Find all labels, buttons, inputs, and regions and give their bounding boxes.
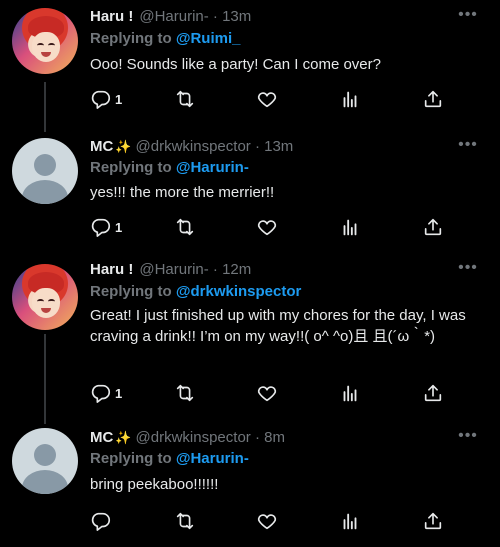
replying-label: Replying to [90,30,172,47]
replying-to: Replying to @Harurin- [90,450,249,467]
timestamp[interactable]: 12m [222,261,251,278]
retweet-button[interactable] [173,216,197,238]
tweet-header: Haru ! @Harurin- · 12m [90,261,251,283]
analytics-icon [343,219,357,236]
share-icon [424,90,442,108]
tweet-header: Haru ! @Harurin- · 13m [90,8,251,30]
tweet-text: Great! I just finished up with my chores… [90,307,466,345]
reply-icon [91,512,111,531]
mention-link[interactable]: @Harurin- [176,450,249,467]
heart-icon [257,220,277,236]
tweet[interactable]: MC ✨ @drkwkinspector · 8m ••• Replying to … [0,424,500,547]
sparkles-icon: ✨ [115,139,132,154]
reply-count: 1 [115,219,123,235]
action-bar: 1 [90,216,450,240]
replying-to: Replying to @drkwkinspector [90,283,301,300]
tweet-text: bring peekaboo!!!!!! [90,476,219,493]
more-options-icon[interactable]: ••• [458,260,478,281]
username[interactable]: @drkwkinspector [136,138,251,155]
analytics-button[interactable] [339,88,361,110]
more-options-icon[interactable]: ••• [458,137,478,158]
retweet-button[interactable] [173,510,197,532]
action-bar [90,510,450,534]
share-button[interactable] [422,216,444,238]
username[interactable]: @drkwkinspector [136,429,251,446]
sparkles-icon: ✨ [115,430,132,445]
display-name[interactable]: Haru ! [90,261,133,278]
action-bar: 1 [90,88,450,112]
mention-link[interactable]: @Ruimi_ [176,30,241,47]
share-icon [424,384,442,402]
tweet[interactable]: MC ✨ @drkwkinspector · 13m ••• Replying to… [0,132,500,254]
analytics-button[interactable] [339,216,361,238]
tweet[interactable]: Haru ! @Harurin- · 13m ••• Replying to @R… [0,0,500,132]
tweet-header: MC ✨ @drkwkinspector · 13m [90,138,293,160]
action-bar: 1 [90,382,450,406]
avatar[interactable] [12,138,78,204]
replying-label: Replying to [90,450,172,467]
reply-icon [91,384,111,403]
more-options-icon[interactable]: ••• [458,428,478,449]
mention-link[interactable]: @drkwkinspector [176,283,302,300]
avatar[interactable] [12,8,78,74]
heart-icon [257,514,277,530]
share-icon [424,512,442,530]
share-button[interactable] [422,382,444,404]
replying-to: Replying to @Ruimi_ [90,30,240,47]
heart-icon [257,92,277,108]
timestamp[interactable]: 13m [222,8,251,25]
more-options-icon[interactable]: ••• [458,7,478,28]
tweet-text: Ooo! Sounds like a party! Can I come ove… [90,56,381,73]
like-button[interactable] [256,216,278,238]
retweet-icon [176,218,194,236]
retweet-icon [176,90,194,108]
analytics-button[interactable] [339,382,361,404]
reply-icon [91,90,111,109]
replying-label: Replying to [90,159,172,176]
separator-dot: · [212,261,218,278]
tweet[interactable]: Haru ! @Harurin- · 12m ••• Replying to @d… [0,254,500,424]
share-button[interactable] [422,88,444,110]
analytics-icon [343,91,357,108]
timestamp[interactable]: 8m [264,429,285,446]
username[interactable]: @Harurin- [139,261,208,278]
analytics-button[interactable] [339,510,361,532]
replying-to: Replying to @Harurin- [90,159,249,176]
tweet-header: MC ✨ @drkwkinspector · 8m [90,429,285,451]
reply-count: 1 [115,91,123,107]
analytics-icon [343,385,357,402]
reply-icon [91,218,111,237]
replying-label: Replying to [90,283,172,300]
like-button[interactable] [256,510,278,532]
display-name[interactable]: MC [90,429,113,446]
mention-link[interactable]: @Harurin- [176,159,249,176]
reply-button[interactable] [90,510,115,532]
username[interactable]: @Harurin- [139,8,208,25]
separator-dot: · [254,429,260,446]
timestamp[interactable]: 13m [264,138,293,155]
display-name[interactable]: Haru ! [90,8,133,25]
share-button[interactable] [422,510,444,532]
like-button[interactable] [256,88,278,110]
display-name[interactable]: MC [90,138,113,155]
analytics-icon [343,513,357,530]
share-icon [424,218,442,236]
avatar[interactable] [12,428,78,494]
reply-button[interactable]: 1 [90,216,122,238]
retweet-icon [176,384,194,402]
separator-dot: · [212,8,218,25]
separator-dot: · [254,138,260,155]
tweet-text: yes!!! the more the merrier!! [90,184,275,201]
retweet-button[interactable] [173,88,197,110]
reply-button[interactable]: 1 [90,382,122,404]
like-button[interactable] [256,382,278,404]
reply-count: 1 [115,385,123,401]
retweet-icon [176,512,194,530]
heart-icon [257,386,277,402]
reply-button[interactable]: 1 [90,88,122,110]
retweet-button[interactable] [173,382,197,404]
avatar[interactable] [12,264,78,330]
